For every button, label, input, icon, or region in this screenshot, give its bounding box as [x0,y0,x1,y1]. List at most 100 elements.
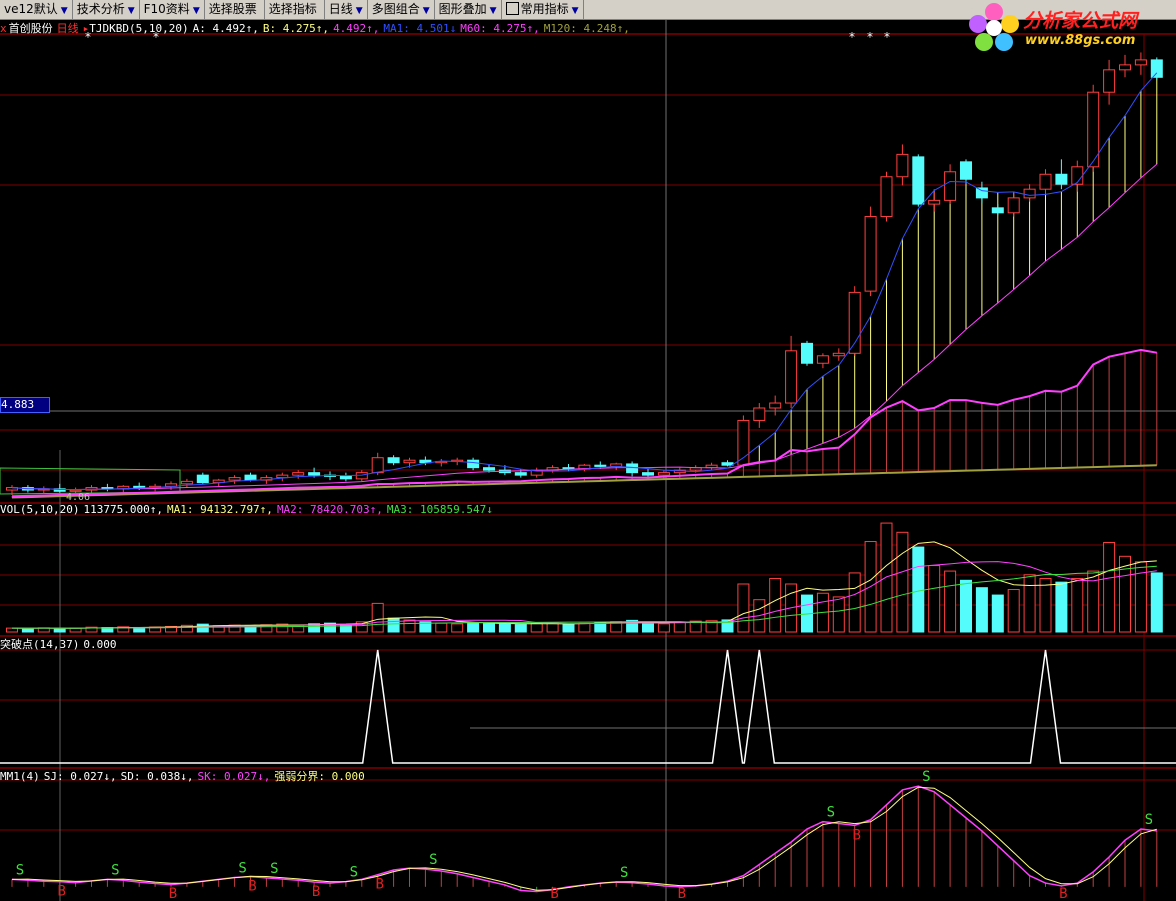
buy-signal-marker: B [852,827,860,843]
sell-signal-marker: S [270,861,278,877]
volume-bar [832,596,845,633]
dropdown-arrow-icon[interactable]: ▼ [193,6,200,16]
candle-body [371,457,384,474]
dropdown-arrow-icon[interactable]: ▼ [490,6,497,16]
star-marker: * [848,30,855,44]
value-b: B: 4.275↑, [262,22,330,35]
mm-sk-line [11,785,1157,893]
candle-body [514,472,527,476]
lock-icon[interactable] [505,2,519,15]
toolbar-item-8[interactable]: 常用指标 ▼ [502,0,584,19]
toolbar-item-label: ve12默认 [4,2,58,16]
toolbar-item-label: 图形叠加 [438,2,487,16]
candle-body [944,171,957,201]
candle-body [991,207,1004,214]
candle-body [912,156,925,205]
toolbar-item-7[interactable]: 图形叠加 ▼ [435,0,502,19]
toolbar-item-4[interactable]: 选择指标 [265,0,325,19]
toolbar-item-5[interactable]: 日线 ▼ [325,0,368,19]
candle-body [960,161,972,180]
volume-bar [451,623,464,633]
logo-url: www.88gs.com [1025,33,1136,48]
candle-body [1134,59,1147,66]
volume-bar [530,623,543,633]
volume-bar [1055,581,1068,633]
volume-bar [1023,574,1036,633]
volume-bar [1039,577,1052,633]
volume-bar [435,622,448,633]
sell-signal-marker: S [620,865,628,881]
breakout-header: 突破点(14,37) 0.000 [0,636,120,652]
candle-body [769,402,782,409]
candlestick-panel[interactable]: * * * * *4.06 [0,30,1163,503]
candle-body [196,474,209,484]
indicator-name: TJDKBD(5,10,20) [89,22,189,35]
breakout-panel[interactable] [0,649,1176,764]
mm-indicator-panel[interactable]: S S S S SSSSSSB B B B BB BBB [11,769,1158,901]
volume-bar [880,522,893,633]
toolbar-item-3[interactable]: 选择股票 [205,0,265,19]
candle-body [180,480,193,485]
vol-ma3: MA3: 105859.547↓ [386,503,493,516]
volume-bar [6,627,18,633]
volume-bar [1103,541,1116,633]
breakout-line [0,649,1176,764]
volume-bar [769,577,782,633]
candle-body [355,472,368,480]
candle-body [816,355,829,364]
dropdown-arrow-icon[interactable]: ▼ [61,6,68,16]
volume-bar [578,622,591,633]
price-level-label: 4.883 [0,397,50,413]
stock-name: 首创股份 [8,22,53,35]
toolbar-item-label: 多图组合 [371,2,420,16]
toolbar-item-label: 日线 [328,2,353,16]
candle-body [753,407,766,421]
candle-body [339,475,352,480]
candle-body [737,419,750,466]
volume-bar [848,572,861,633]
toolbar-item-6[interactable]: 多图组合 ▼ [368,0,435,19]
candle-body [896,153,909,178]
stock-chart-canvas[interactable]: * * * * *4.06 S S S S SSSSSSB B B B BB BBB [0,0,1176,901]
sell-signal-marker: S [350,865,358,881]
value-a: A: 4.492↑, [192,22,259,35]
volume-bar [642,622,654,633]
volume-bar [546,622,559,633]
toolbar-item-0[interactable]: ve12默认 ▼ [0,0,73,19]
vol-name: VOL(5,10,20) [0,503,80,516]
volume-bar [498,623,511,633]
volume-bar [196,623,209,633]
value-m60: M60: 4.275↑, [460,22,540,35]
dropdown-arrow-icon[interactable]: ▼ [356,6,363,16]
candle-body [864,216,877,292]
vol-ma2: MA2: 78420.703↑, [276,503,383,516]
dropdown-arrow-icon[interactable]: ▼ [128,6,135,16]
sell-signal-marker: S [16,862,24,878]
volume-bar [371,602,384,633]
volume-bar [483,623,495,633]
volume-bar [69,627,82,633]
dropdown-arrow-icon[interactable]: ▼ [423,6,430,16]
candle-body [1071,166,1084,185]
candle-body [801,342,813,364]
dropdown-arrow-icon[interactable]: ▼ [572,6,579,16]
volume-panel[interactable] [6,522,1163,633]
star-marker: * [883,30,890,44]
candle-body [594,464,607,467]
volume-bar [912,546,925,633]
buy-signal-marker: B [550,886,558,901]
candle-body [308,472,321,476]
toolbar-item-label: 技术分析 [76,2,125,16]
main-indicator-header: x 首创股份 日线 ▸TJDKBD(5,10,20) A: 4.492↑, B: 4.27… [0,20,634,36]
candle-body [244,474,257,481]
sell-signal-marker: S [922,769,930,785]
toolbar-item-2[interactable]: F10资料 ▼ [140,0,205,19]
volume-bar [1150,572,1163,633]
volume-bar [944,570,957,633]
volume-bar [896,531,909,633]
toolbar-item-1[interactable]: 技术分析 ▼ [73,0,140,19]
close-icon[interactable]: x [0,22,7,35]
mm-sj: SJ: 0.027↓, [43,770,117,783]
candle-body [1150,59,1163,78]
candle-body [1039,173,1052,190]
